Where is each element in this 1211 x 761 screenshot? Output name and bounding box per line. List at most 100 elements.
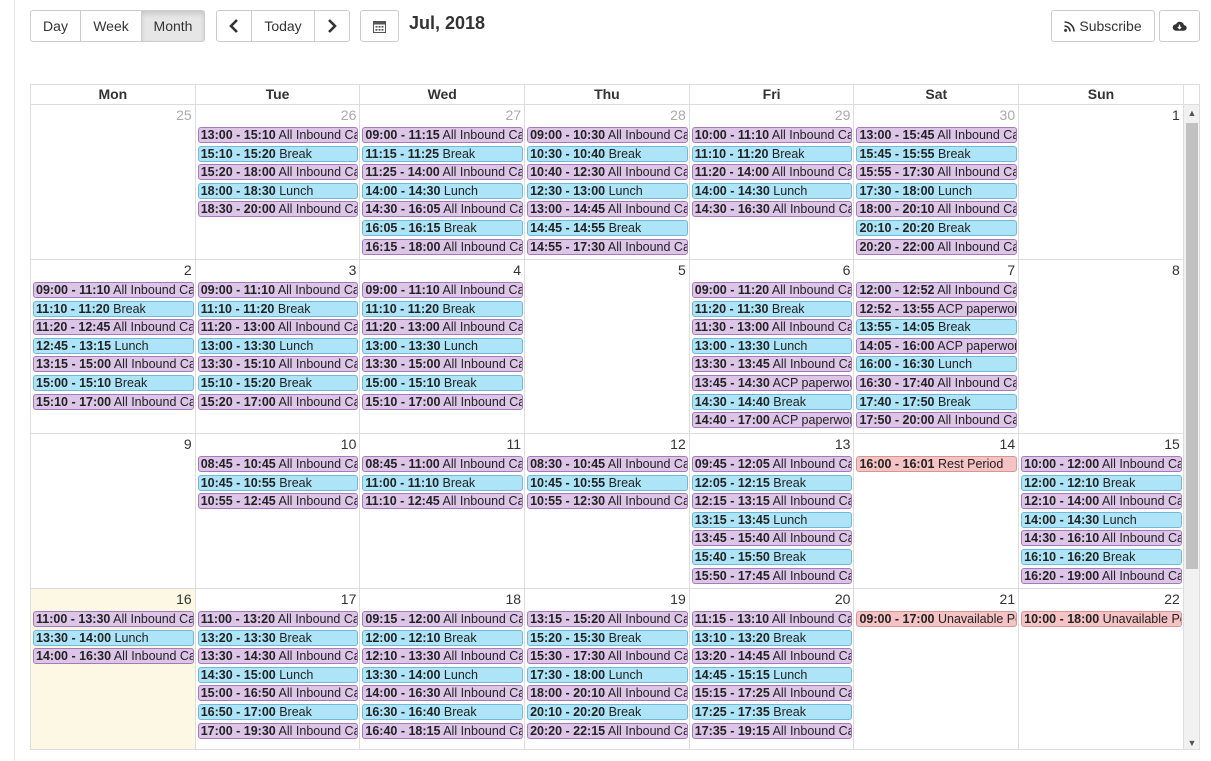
day-cell-3[interactable]: 3 09:00 - 11:10 All Inbound Ca 11:10 - 11:… (196, 260, 361, 433)
day-number[interactable]: 14 (856, 436, 1017, 456)
calendar-event[interactable]: 12:30 - 13:00 Lunch (527, 182, 688, 199)
calendar-event[interactable]: 17:40 - 17:50 Break (856, 393, 1018, 410)
calendar-event[interactable]: 16:30 - 17:40 All Inbound Ca (856, 374, 1018, 391)
day-number[interactable]: 8 (1021, 262, 1182, 282)
calendar-event[interactable]: 11:20 - 14:00 All Inbound Ca (691, 164, 853, 181)
month-view-button[interactable]: Month (141, 10, 205, 42)
calendar-event[interactable]: 13:00 - 13:30 Lunch (362, 337, 524, 354)
calendar-event[interactable]: 13:30 - 14:00 Lunch (33, 629, 194, 646)
calendar-event[interactable]: 13:45 - 15:40 All Inbound Ca (691, 530, 853, 547)
calendar-event[interactable]: 12:10 - 14:00 All Inbound Ca (1021, 493, 1182, 510)
calendar-event[interactable]: 15:10 - 17:00 All Inbound Cal (362, 393, 524, 410)
calendar-event[interactable]: 09:45 - 12:05 All Inbound Ca (691, 456, 853, 472)
calendar-event[interactable]: 09:00 - 11:15 All Inbound Cal (362, 127, 524, 143)
calendar-event[interactable]: 12:45 - 13:15 Lunch (33, 337, 194, 354)
day-number[interactable]: 28 (527, 107, 688, 127)
calendar-event[interactable]: 13:30 - 13:45 All Inbound Cal (691, 356, 853, 373)
calendar-event[interactable]: 18:00 - 18:30 Lunch (197, 182, 359, 199)
calendar-event[interactable]: 16:15 - 18:00 All Inbound Ca (362, 238, 524, 255)
today-button[interactable]: Today (251, 10, 315, 42)
day-cell-30[interactable]: 30 13:00 - 15:45 All Inbound Ca 15:45 - 15… (854, 105, 1020, 259)
day-view-button[interactable]: Day (30, 10, 81, 42)
day-cell-20[interactable]: 20 11:15 - 13:10 All Inbound Cal 13:10 - 1… (690, 589, 855, 749)
calendar-event[interactable]: 13:45 - 14:30 ACP paperworl (691, 374, 853, 391)
calendar-event[interactable]: 09:15 - 12:00 All Inbound Ca (362, 611, 524, 627)
calendar-event[interactable]: 11:10 - 12:45 All Inbound Cal (362, 493, 524, 510)
calendar-event[interactable]: 13:00 - 13:30 Lunch (197, 337, 359, 354)
calendar-event[interactable]: 14:00 - 14:30 Lunch (1021, 511, 1182, 528)
calendar-event[interactable]: 11:20 - 13:00 All Inbound Ca (197, 319, 359, 336)
day-cell-2[interactable]: 2 09:00 - 11:10 All Inbound Ca 11:10 - 11:… (31, 260, 196, 433)
calendar-event[interactable]: 20:10 - 20:20 Break (527, 703, 688, 720)
day-number[interactable]: 15 (1021, 436, 1182, 456)
calendar-event[interactable]: 14:55 - 17:30 All Inbound Ca (527, 238, 688, 255)
week-view-button[interactable]: Week (80, 10, 142, 42)
calendar-event[interactable]: 15:20 - 18:00 All Inbound Ca (197, 164, 359, 181)
calendar-event[interactable]: 13:30 - 14:00 Lunch (362, 666, 524, 683)
calendar-event[interactable]: 13:30 - 15:00 All Inbound Cal (362, 356, 524, 373)
calendar-event[interactable]: 11:20 - 12:45 All Inbound Ca (33, 319, 194, 336)
calendar-event[interactable]: 15:10 - 15:20 Break (197, 145, 359, 162)
calendar-event[interactable]: 09:00 - 10:30 All Inbound Ca (527, 127, 688, 143)
calendar-event[interactable]: 13:15 - 15:20 All Inbound Ca (527, 611, 688, 627)
day-number[interactable]: 2 (33, 262, 194, 282)
calendar-event[interactable]: 13:00 - 15:10 All Inbound Ca (197, 127, 359, 143)
calendar-event[interactable]: 17:25 - 17:35 Break (691, 703, 853, 720)
calendar-event[interactable]: 18:00 - 20:10 All Inbound Ca (856, 201, 1018, 218)
calendar-event[interactable]: 15:00 - 15:10 Break (33, 374, 194, 391)
calendar-event[interactable]: 18:30 - 20:00 All Inbound Ca (197, 201, 359, 218)
calendar-event[interactable]: 08:45 - 11:00 All Inbound Cal (362, 456, 524, 472)
download-button[interactable] (1159, 10, 1200, 42)
scroll-down-arrow-icon[interactable]: ▼ (1184, 735, 1199, 749)
subscribe-button[interactable]: Subscribe (1051, 10, 1155, 42)
day-cell-13[interactable]: 13 09:45 - 12:05 All Inbound Ca 12:05 - 12… (690, 434, 855, 588)
day-number[interactable]: 5 (527, 262, 688, 282)
day-cell-29[interactable]: 29 10:00 - 11:10 All Inbound Cal 11:10 - 1… (690, 105, 855, 259)
calendar-event[interactable]: 14:40 - 17:00 ACP paperworl (691, 412, 853, 429)
calendar-event[interactable]: 10:55 - 12:30 All Inbound Ca (527, 493, 688, 510)
day-number[interactable]: 13 (692, 436, 853, 456)
day-cell-9[interactable]: 9 (31, 434, 196, 588)
date-picker-button[interactable] (360, 10, 399, 42)
calendar-event[interactable]: 15:10 - 17:00 All Inbound Ca (33, 393, 194, 410)
day-number[interactable]: 10 (198, 436, 359, 456)
calendar-event[interactable]: 09:00 - 11:10 All Inbound Ca (33, 282, 194, 298)
day-number[interactable]: 26 (198, 107, 359, 127)
calendar-event[interactable]: 14:30 - 15:00 Lunch (197, 666, 359, 683)
calendar-event[interactable]: 14:00 - 14:30 Lunch (691, 182, 853, 199)
day-number[interactable]: 21 (856, 591, 1017, 611)
calendar-event[interactable]: 16:05 - 16:15 Break (362, 219, 524, 236)
calendar-event[interactable]: 15:20 - 17:00 All Inbound Ca (197, 393, 359, 410)
calendar-event[interactable]: 12:05 - 12:15 Break (691, 474, 853, 491)
day-number[interactable]: 4 (362, 262, 523, 282)
calendar-event[interactable]: 12:10 - 13:30 All Inbound Ca (362, 648, 524, 665)
day-number[interactable]: 11 (362, 436, 523, 456)
calendar-event[interactable]: 10:00 - 11:10 All Inbound Cal (691, 127, 853, 143)
calendar-event[interactable]: 11:15 - 11:25 Break (362, 145, 524, 162)
calendar-event[interactable]: 11:10 - 11:20 Break (362, 300, 524, 317)
day-cell-1[interactable]: 1 (1019, 105, 1184, 259)
day-number[interactable]: 9 (33, 436, 194, 456)
calendar-event[interactable]: 11:00 - 11:10 Break (362, 474, 524, 491)
calendar-event[interactable]: 17:50 - 20:00 All Inbound Ca (856, 412, 1018, 429)
calendar-event[interactable]: 15:40 - 15:50 Break (691, 548, 853, 565)
calendar-event[interactable]: 08:30 - 10:45 All Inbound Ca (527, 456, 688, 472)
calendar-event[interactable]: 15:10 - 15:20 Break (197, 374, 359, 391)
calendar-event[interactable]: 15:45 - 15:55 Break (856, 145, 1018, 162)
calendar-event[interactable]: 14:00 - 14:30 Lunch (362, 182, 524, 199)
day-number[interactable]: 17 (198, 591, 359, 611)
calendar-event[interactable]: 14:45 - 15:15 Lunch (691, 666, 853, 683)
calendar-event[interactable]: 10:55 - 12:45 All Inbound Ca (197, 493, 359, 510)
day-number[interactable]: 29 (692, 107, 853, 127)
day-cell-7[interactable]: 7 12:00 - 12:52 All Inbound Ca 12:52 - 13:… (854, 260, 1020, 433)
day-cell-16[interactable]: 16 11:00 - 13:30 All Inbound Ca 13:30 - 14… (31, 589, 196, 749)
calendar-event[interactable]: 11:10 - 11:20 Break (33, 300, 194, 317)
calendar-event[interactable]: 15:30 - 17:30 All Inbound Ca (527, 648, 688, 665)
calendar-event[interactable]: 11:25 - 14:00 All Inbound Cal (362, 164, 524, 181)
calendar-event[interactable]: 09:00 - 11:10 All Inbound Ca (197, 282, 359, 298)
calendar-event[interactable]: 11:00 - 13:20 All Inbound Ca (197, 611, 359, 627)
scroll-up-arrow-icon[interactable]: ▲ (1184, 105, 1199, 121)
calendar-event[interactable]: 14:00 - 16:30 All Inbound Ca (362, 685, 524, 702)
day-number[interactable]: 1 (1021, 107, 1182, 127)
calendar-event[interactable]: 17:00 - 19:30 All Inbound Ca (197, 722, 359, 739)
